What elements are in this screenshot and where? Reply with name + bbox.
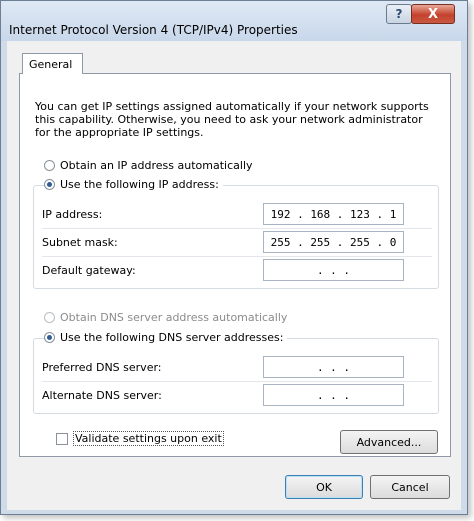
advanced-button[interactable]: Advanced... [340, 430, 438, 454]
help-icon: ? [395, 7, 403, 21]
use-following-dns-label: Use the following DNS server addresses: [60, 331, 284, 344]
obtain-ip-auto-label: Obtain an IP address automatically [60, 159, 253, 172]
tab-general[interactable]: General [22, 53, 83, 74]
window-title: Internet Protocol Version 4 (TCP/IPv4) P… [9, 23, 298, 37]
ip-address-label: IP address: [42, 208, 103, 221]
description-text: You can get IP settings assigned automat… [35, 100, 440, 139]
alternate-dns-label: Alternate DNS server: [42, 389, 162, 402]
obtain-dns-auto-radio[interactable]: Obtain DNS server address automatically [44, 311, 287, 324]
ip-address-input[interactable]: 192 . 168 . 123 . 1 [263, 203, 404, 225]
close-button[interactable]: X [411, 4, 455, 24]
radio-icon [44, 160, 55, 171]
validate-settings-label: Validate settings upon exit [73, 431, 224, 446]
ip-address-group: IP address: 192 . 168 . 123 . 1 Subnet m… [33, 185, 439, 289]
general-tab-panel: You can get IP settings assigned automat… [19, 73, 451, 457]
radio-selected-icon [44, 332, 55, 343]
validate-settings-checkbox[interactable]: Validate settings upon exit [56, 431, 224, 446]
dns-server-group: Preferred DNS server: . . . Alternate DN… [33, 338, 439, 414]
dialog-window: Internet Protocol Version 4 (TCP/IPv4) P… [0, 0, 468, 515]
use-following-ip-label: Use the following IP address: [60, 178, 219, 191]
use-following-dns-radio[interactable]: Use the following DNS server addresses: [44, 331, 288, 344]
preferred-dns-label: Preferred DNS server: [42, 361, 162, 374]
description-line: You can get IP settings assigned automat… [35, 100, 429, 113]
default-gateway-input[interactable]: . . . [263, 259, 404, 281]
row-divider [42, 256, 432, 257]
radio-icon [44, 312, 55, 323]
row-divider [42, 228, 432, 229]
radio-selected-icon [44, 179, 55, 190]
obtain-dns-auto-label: Obtain DNS server address automatically [60, 311, 288, 324]
use-following-ip-radio[interactable]: Use the following IP address: [44, 178, 223, 191]
row-divider [42, 381, 432, 382]
default-gateway-label: Default gateway: [42, 264, 136, 277]
alternate-dns-input[interactable]: . . . [263, 384, 404, 406]
preferred-dns-input[interactable]: . . . [263, 356, 404, 378]
dialog-client-area: General You can get IP settings assigned… [7, 41, 461, 510]
ok-button[interactable]: OK [285, 475, 363, 499]
title-bar[interactable]: Internet Protocol Version 4 (TCP/IPv4) P… [1, 1, 467, 41]
obtain-ip-auto-radio[interactable]: Obtain an IP address automatically [44, 159, 253, 172]
close-icon: X [427, 6, 439, 22]
cancel-button[interactable]: Cancel [370, 475, 450, 499]
description-line: this capability. Otherwise, you need to … [35, 113, 423, 126]
subnet-mask-input[interactable]: 255 . 255 . 255 . 0 [263, 231, 404, 253]
checkbox-icon [56, 432, 68, 445]
subnet-mask-label: Subnet mask: [42, 236, 118, 249]
description-line: for the appropriate IP settings. [35, 126, 204, 139]
help-button[interactable]: ? [386, 4, 412, 24]
